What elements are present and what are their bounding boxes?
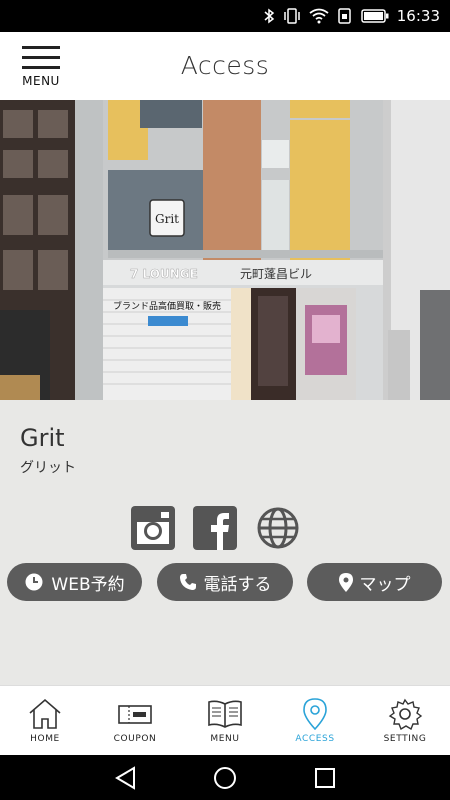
- shop-info-panel: Grit グリット WEB予約 電話する マップ: [0, 400, 450, 685]
- location-pin-icon: [303, 698, 327, 730]
- sim-icon: [338, 8, 351, 24]
- tab-access[interactable]: ACCESS: [270, 686, 360, 756]
- bluetooth-icon: [264, 8, 274, 24]
- svg-text:7 LOUNGE: 7 LOUNGE: [130, 267, 198, 281]
- tab-label: SETTING: [383, 734, 427, 744]
- building-sign: 元町蓬昌ビル: [240, 267, 312, 281]
- tab-label: COUPON: [113, 734, 157, 744]
- shutter-text: ブランド品高価買取・販売: [113, 300, 221, 312]
- recents-icon[interactable]: [311, 765, 339, 791]
- book-icon: [208, 700, 242, 728]
- coupon-icon: [118, 705, 152, 724]
- tab-setting[interactable]: SETTING: [360, 686, 450, 756]
- grit-sign-text: Grit: [155, 212, 179, 226]
- wifi-icon: [309, 8, 329, 24]
- tab-label: HOME: [30, 734, 60, 744]
- tab-home[interactable]: HOME: [0, 686, 90, 756]
- clock-icon: [25, 573, 43, 591]
- back-icon[interactable]: [112, 765, 140, 791]
- app-header: MENU Access: [0, 32, 450, 100]
- shop-photo: Grit 7 LOUNGE 元町蓬昌ビル ブランド品高価買取・販売: [0, 100, 450, 400]
- bottom-tab-bar: HOME COUPON MENU ACCESS SETTING: [0, 685, 450, 755]
- tab-label: ACCESS: [295, 734, 335, 744]
- globe-icon[interactable]: [256, 506, 300, 550]
- clock: 16:33: [396, 7, 440, 25]
- gear-icon: [388, 698, 423, 730]
- home-icon: [29, 698, 61, 729]
- facebook-icon[interactable]: [193, 506, 237, 550]
- shop-name-kana: グリット: [20, 460, 76, 476]
- map-button[interactable]: マップ: [307, 563, 442, 601]
- system-nav-bar: [0, 755, 450, 800]
- phone-icon: [179, 574, 196, 590]
- page-title: Access: [180, 51, 270, 80]
- web-reserve-button[interactable]: WEB予約: [7, 563, 142, 601]
- call-button[interactable]: 電話する: [157, 563, 293, 601]
- vibrate-icon: [284, 8, 300, 24]
- battery-icon: [361, 9, 389, 23]
- web-reserve-label: WEB予約: [51, 574, 125, 595]
- tab-coupon[interactable]: COUPON: [90, 686, 180, 756]
- status-bar: 16:33: [0, 0, 450, 32]
- map-pin-icon: [338, 572, 353, 592]
- call-label: 電話する: [203, 574, 272, 595]
- shop-name: Grit: [20, 424, 65, 452]
- map-label: マップ: [359, 574, 411, 595]
- tab-menu[interactable]: MENU: [180, 686, 270, 756]
- home-nav-icon[interactable]: [211, 765, 239, 791]
- tab-label: MENU: [210, 734, 240, 744]
- instagram-icon[interactable]: [131, 506, 175, 550]
